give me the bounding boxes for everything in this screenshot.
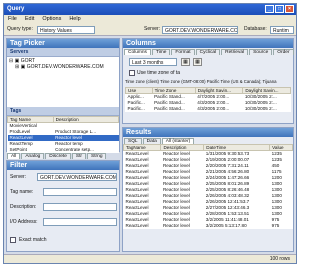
filter-server-label: Server:	[10, 174, 27, 180]
query-toolbar: Query type: History Values Server: GORT.…	[4, 24, 296, 36]
columns-tabs: Columns Time Format Cyclical Retrieval S…	[124, 49, 294, 55]
table-row[interactable]: SetPoint Concentrate setp...	[8, 147, 119, 153]
tab-discrete[interactable]: Discrete	[45, 153, 71, 159]
calendar-icon[interactable]: ▦	[181, 58, 190, 66]
time-zone-info: Time zone (client) Time zone (GMT-08:00)…	[125, 79, 277, 84]
tab-all-results[interactable]: All (stanter)	[161, 138, 195, 144]
query-type-select[interactable]: History Values	[37, 26, 95, 34]
tags-table: Tag Name Description MovieVertical ProdL…	[7, 116, 120, 153]
tab-retrieval[interactable]: Retrieval	[221, 49, 249, 55]
minimize-button[interactable]: _	[265, 5, 274, 13]
menu-file[interactable]: File	[8, 16, 17, 23]
server-select[interactable]: GORT.DEV.WONDERWARE.COM	[162, 26, 238, 34]
database-select[interactable]: Runtim	[270, 26, 294, 34]
columns-panel: Columns Columns Time Format Cyclical Ret…	[122, 38, 294, 124]
time-range-select[interactable]: Last 3 months	[129, 58, 177, 66]
io-address-label: I/O Address:	[10, 219, 38, 225]
calendar-icon[interactable]: ▦	[193, 58, 202, 66]
tab-sql[interactable]: SQL	[124, 138, 142, 144]
menu-options[interactable]: Options	[42, 16, 61, 23]
columns-title: Columns	[123, 39, 293, 48]
table-row[interactable]: Pacific... Pacific Stand... 4/3/2005 2:00.…	[126, 106, 291, 112]
server-label: Server:	[144, 26, 161, 32]
description-input[interactable]	[43, 203, 117, 211]
tab-cyclical[interactable]: Cyclical	[195, 49, 221, 55]
servers-tree: ⊟ ▣ GORT ⊞ ▣ GORT.DEV.WONDERWARE.COM	[7, 57, 119, 107]
use-time-zone-label: Use time zone of ta	[137, 70, 181, 76]
tab-time[interactable]: Time	[151, 49, 171, 55]
tag-type-tabs: All Analog Discrete Str Strng	[7, 153, 119, 159]
menu-bar: File Edit Options Help	[4, 15, 296, 24]
tab-order[interactable]: Order	[273, 49, 294, 55]
tab-str[interactable]: Str	[71, 153, 87, 159]
exact-match-checkbox[interactable]	[10, 237, 16, 243]
server-icon: ▣	[20, 64, 26, 70]
filter-title: Filter	[7, 161, 119, 170]
table-row[interactable]: ReactLevel Reactor level 3/2/2005 5:13:17.…	[124, 223, 293, 229]
tab-columns[interactable]: Columns	[124, 49, 151, 55]
close-button[interactable]: ×	[285, 5, 294, 13]
status-bar: 100 rows	[4, 254, 296, 263]
exact-match-label: Exact match	[19, 237, 47, 243]
tab-strng[interactable]: Strng	[87, 153, 107, 159]
menu-help[interactable]: Help	[69, 16, 80, 23]
tag-name-label: Tag name:	[10, 189, 34, 195]
tag-picker-title: Tag Picker	[7, 39, 119, 48]
tab-format[interactable]: Format	[171, 49, 195, 55]
query-type-label: Query type:	[7, 26, 33, 32]
results-table: TagName Description DateTime Value React…	[122, 144, 293, 229]
results-panel: Results SQL Data All (stanter) TagName D…	[122, 127, 294, 252]
description-label: Description:	[10, 204, 37, 210]
query-window: Query _ □ × File Edit Options Help Query…	[3, 3, 297, 264]
servers-header: Servers	[7, 48, 119, 57]
row-count-status: 100 rows	[269, 256, 290, 262]
filter-server-select[interactable]: GORT.DEV.WONDERWARE.COM	[37, 173, 117, 181]
tab-source[interactable]: Source	[249, 49, 273, 55]
tab-data[interactable]: Data	[142, 138, 161, 144]
tag-picker-panel: Tag Picker Servers ⊟ ▣ GORT ⊞ ▣ GORT.DEV…	[6, 38, 120, 153]
server-node[interactable]: ⊞ ▣ GORT.DEV.WONDERWARE.COM	[9, 64, 117, 70]
filter-panel: Filter Server: GORT.DEV.WONDERWARE.COM T…	[6, 160, 120, 252]
database-label: Database:	[244, 26, 267, 32]
title-bar: Query _ □ ×	[4, 4, 296, 15]
tags-header: Tags	[7, 107, 119, 116]
tab-all[interactable]: All	[7, 153, 21, 159]
tab-analog[interactable]: Analog	[21, 153, 45, 159]
io-address-input[interactable]	[43, 218, 117, 226]
maximize-button[interactable]: □	[275, 5, 284, 13]
time-zone-table: Use Time Zone Daylight Savin... Daylight…	[125, 87, 291, 112]
results-title: Results	[123, 128, 293, 137]
tag-name-input[interactable]	[43, 188, 117, 196]
window-title: Query	[7, 6, 25, 12]
menu-edit[interactable]: Edit	[25, 16, 34, 23]
use-time-zone-checkbox[interactable]	[129, 70, 135, 76]
